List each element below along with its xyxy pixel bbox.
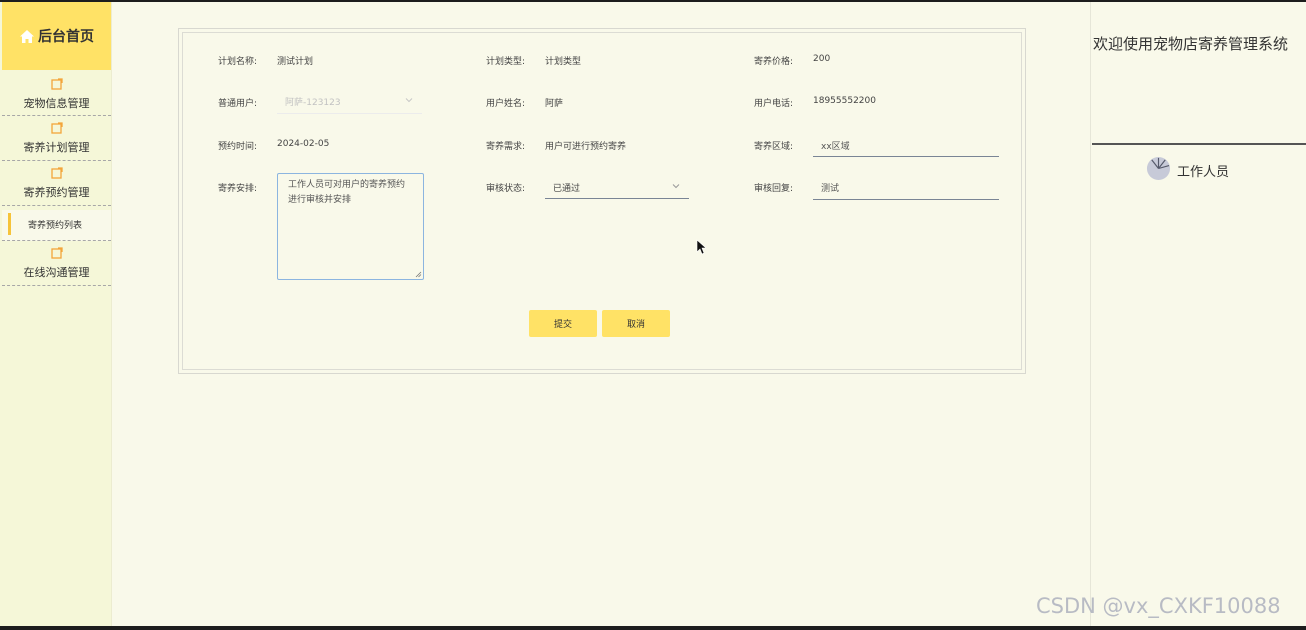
plan-type-label: 计划类型: <box>486 57 526 67</box>
plan-name-label: 计划名称: <box>218 57 258 67</box>
active-indicator <box>8 213 11 235</box>
status-select-underline <box>545 198 689 199</box>
phone-value: 18955552200 <box>813 96 876 106</box>
sidebar-subitem-reservation-list[interactable]: 寄养预约列表 <box>2 210 111 241</box>
home-button[interactable]: 后台首页 <box>2 2 111 70</box>
reply-input-underline <box>813 199 999 200</box>
user-select[interactable]: 阿萨-123123 <box>277 87 422 114</box>
edit-icon <box>50 122 63 134</box>
sidebar-item-chat[interactable]: 在线沟通管理 <box>2 241 111 286</box>
welcome-title: 欢迎使用宠物店寄养管理系统 <box>1093 35 1289 53</box>
sidebar-item-pet-info[interactable]: 宠物信息管理 <box>2 72 111 116</box>
header-panel <box>1090 2 1306 626</box>
status-select-value: 已通过 <box>553 184 581 194</box>
need-value: 用户可进行预约寄养 <box>545 142 627 152</box>
phone-label: 用户电话: <box>754 99 794 109</box>
chevron-down-icon <box>672 184 680 189</box>
sidebar-item-label: 宠物信息管理 <box>23 97 90 110</box>
sidebar-item-reservation[interactable]: 寄养预约管理 <box>2 161 111 206</box>
user-name-label: 用户姓名: <box>486 99 526 109</box>
price-label: 寄养价格: <box>754 57 794 67</box>
user-select-value: 阿萨-123123 <box>285 98 341 108</box>
plan-type-value: 计划类型 <box>545 57 582 67</box>
area-label: 寄养区域: <box>754 142 794 152</box>
arrange-text: 工作人员可对用户的寄养预约进行审核并安排 <box>288 180 406 205</box>
sidebar-item-label: 寄养计划管理 <box>23 141 90 154</box>
mouse-pointer-icon <box>696 239 706 255</box>
status-label: 审核状态: <box>486 184 526 194</box>
sidebar-subitem-label: 寄养预约列表 <box>28 221 83 231</box>
sidebar-item-plan[interactable]: 寄养计划管理 <box>2 116 111 161</box>
sidebar-item-label: 在线沟通管理 <box>23 266 90 279</box>
arrange-textarea[interactable]: 工作人员可对用户的寄养预约进行审核并安排 <box>277 173 424 280</box>
home-icon <box>20 29 34 43</box>
submit-button[interactable]: 提交 <box>529 310 597 337</box>
chevron-down-icon <box>405 98 413 103</box>
bottom-border <box>0 626 1306 630</box>
price-value: 200 <box>813 54 831 64</box>
header-divider <box>1092 143 1306 145</box>
status-select[interactable]: 已通过 <box>545 173 689 199</box>
sidebar-item-label: 寄养预约管理 <box>23 186 90 199</box>
home-label: 后台首页 <box>38 29 94 45</box>
edit-icon <box>50 78 63 90</box>
reply-input[interactable]: 测试 <box>821 181 839 194</box>
reply-label: 审核回复: <box>754 184 794 194</box>
edit-icon <box>50 167 63 179</box>
sidebar: 后台首页 宠物信息管理 寄养计划管理 寄养预约管理 寄养预约列表 在线沟通管理 <box>0 2 112 626</box>
user-name-value: 阿萨 <box>545 99 564 109</box>
need-label: 寄养需求: <box>486 142 526 152</box>
avatar-icon[interactable] <box>1146 156 1171 181</box>
area-input-underline <box>813 156 999 157</box>
edit-icon <box>50 247 63 259</box>
time-label: 预约时间: <box>218 142 258 152</box>
watermark: CSDN @vx_CXKF10088 <box>1036 594 1281 618</box>
resize-handle-icon[interactable] <box>415 271 422 278</box>
area-input[interactable]: xx区域 <box>821 139 850 152</box>
time-value: 2024-02-05 <box>277 139 330 149</box>
user-role: 工作人员 <box>1177 165 1230 180</box>
arrange-label: 寄养安排: <box>218 184 258 194</box>
plan-name-value: 测试计划 <box>277 57 314 67</box>
user-label: 普通用户: <box>218 99 258 109</box>
cancel-button[interactable]: 取消 <box>602 310 670 337</box>
